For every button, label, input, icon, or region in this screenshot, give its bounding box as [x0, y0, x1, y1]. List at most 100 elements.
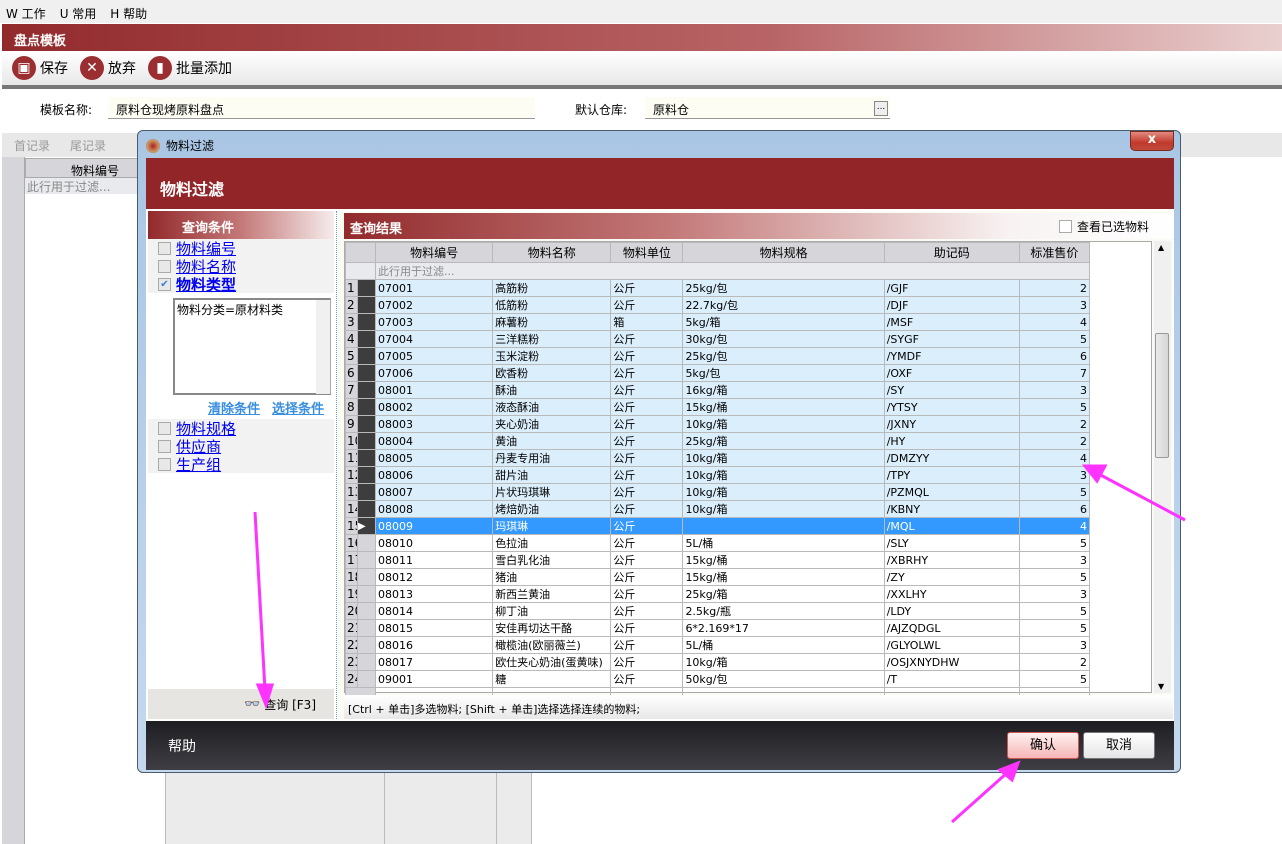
- column-header[interactable]: 物料规格: [682, 242, 885, 263]
- table-cell[interactable]: 5kg/箱: [682, 313, 885, 331]
- row-number[interactable]: 14: [344, 500, 359, 518]
- table-cell[interactable]: 25kg/包: [682, 347, 885, 365]
- table-cell[interactable]: 10kg/箱: [682, 466, 885, 484]
- table-cell[interactable]: /SLY: [883, 534, 1020, 552]
- table-cell[interactable]: 08011: [375, 551, 494, 569]
- table-cell[interactable]: 08001: [375, 381, 494, 399]
- table-cell[interactable]: 公斤: [610, 347, 684, 365]
- row-number[interactable]: 16: [344, 534, 359, 552]
- table-cell[interactable]: 公斤: [610, 483, 684, 501]
- row-number[interactable]: 3: [344, 313, 359, 331]
- table-cell[interactable]: 公斤: [610, 636, 684, 654]
- template-name-input[interactable]: 原料仓现烤原料盘点: [108, 97, 535, 119]
- checkbox-icon[interactable]: [158, 457, 171, 471]
- table-row[interactable]: 23 08017欧仕夹心奶油(蛋黄味)公斤10kg/箱/OSJXNYDHW2: [344, 653, 1091, 671]
- table-cell[interactable]: 5: [1018, 602, 1091, 620]
- table-cell[interactable]: 公斤: [610, 568, 684, 586]
- table-cell[interactable]: 公斤: [610, 381, 684, 399]
- table-cell[interactable]: /SYGF: [883, 330, 1020, 348]
- table-cell[interactable]: 公斤: [610, 551, 684, 569]
- column-header[interactable]: 物料名称: [492, 242, 612, 263]
- table-cell[interactable]: 公斤: [610, 279, 684, 297]
- table-cell[interactable]: 15kg/桶: [682, 551, 885, 569]
- warehouse-browse-button[interactable]: ...: [874, 101, 888, 116]
- column-header[interactable]: 标准售价: [1018, 242, 1091, 263]
- table-cell[interactable]: 公斤: [610, 517, 684, 535]
- column-header[interactable]: 物料单位: [610, 242, 684, 263]
- column-header[interactable]: 物料编号: [375, 242, 494, 263]
- table-cell[interactable]: 公斤: [610, 534, 684, 552]
- table-cell[interactable]: 5kg/包: [682, 364, 885, 382]
- table-cell[interactable]: 07006: [375, 364, 494, 382]
- menu-work[interactable]: W 工作: [6, 5, 46, 21]
- table-row[interactable]: 11 08005丹麦专用油公斤10kg/箱/DMZYY4: [344, 449, 1091, 467]
- table-row[interactable]: 19 08013新西兰黄油公斤25kg/箱/XXLHY3: [344, 585, 1091, 603]
- table-cell[interactable]: 高筋粉: [492, 279, 612, 297]
- table-cell[interactable]: 08010: [375, 534, 494, 552]
- table-cell[interactable]: 6: [1018, 347, 1091, 365]
- table-cell[interactable]: 30kg/包: [682, 330, 885, 348]
- table-cell[interactable]: 公斤: [610, 500, 684, 518]
- table-cell[interactable]: 10kg/箱: [682, 415, 885, 433]
- row-number[interactable]: 4: [344, 330, 359, 348]
- table-cell[interactable]: /GJF: [883, 279, 1020, 297]
- table-cell[interactable]: 6*2.169*17: [682, 619, 885, 637]
- table-cell[interactable]: 15kg/桶: [682, 568, 885, 586]
- vertical-scrollbar[interactable]: ▲ ▼: [1154, 241, 1171, 693]
- table-row[interactable]: 2 07002 低筋粉 公斤 22.7kg/包/DJF 3: [344, 296, 1091, 314]
- table-cell[interactable]: 公斤: [610, 330, 684, 348]
- table-cell[interactable]: [682, 517, 885, 535]
- row-number[interactable]: 17: [344, 551, 359, 569]
- table-cell[interactable]: 3: [1018, 296, 1091, 314]
- condition-textarea[interactable]: 物料分类=原材料类: [173, 298, 331, 395]
- table-row[interactable]: 7 08001 酥油 公斤 16kg/箱/SY 3: [344, 381, 1091, 399]
- table-cell[interactable]: 安佳再切达干酪: [492, 619, 612, 637]
- save-button[interactable]: ▣ 保存: [12, 56, 68, 80]
- last-record-button[interactable]: 尾记录: [70, 137, 106, 153]
- table-cell[interactable]: /T: [883, 670, 1020, 688]
- table-cell[interactable]: 09001: [375, 670, 494, 688]
- table-cell[interactable]: /LDY: [883, 602, 1020, 620]
- first-record-button[interactable]: 首记录: [14, 137, 50, 153]
- table-cell[interactable]: 公斤: [610, 653, 684, 671]
- row-number[interactable]: 24: [344, 670, 359, 688]
- query-button[interactable]: 👓 查询 [F3]: [148, 689, 334, 719]
- cancel-button[interactable]: 取消: [1083, 732, 1155, 759]
- criteria-link[interactable]: 生产组: [176, 454, 221, 475]
- table-cell[interactable]: /XBRHY: [883, 551, 1020, 569]
- table-cell[interactable]: /HY: [883, 432, 1020, 450]
- table-cell[interactable]: /SY: [883, 381, 1020, 399]
- table-cell[interactable]: 16kg/箱: [682, 381, 885, 399]
- table-cell[interactable]: 4: [1018, 313, 1091, 331]
- table-cell[interactable]: 公斤: [610, 585, 684, 603]
- table-cell[interactable]: 公斤: [610, 296, 684, 314]
- table-cell[interactable]: 公斤: [610, 432, 684, 450]
- table-cell[interactable]: 07005: [375, 347, 494, 365]
- table-cell[interactable]: 5: [1018, 619, 1091, 637]
- table-cell[interactable]: 08016: [375, 636, 494, 654]
- table-row[interactable]: 1 07001 高筋粉 公斤 25kg/包/GJF 2: [344, 279, 1091, 297]
- table-cell[interactable]: /OSJXNYDHW: [883, 653, 1020, 671]
- row-number[interactable]: 18: [344, 568, 359, 586]
- row-number[interactable]: 11: [344, 449, 359, 467]
- table-cell[interactable]: 2.5kg/瓶: [682, 602, 885, 620]
- table-row[interactable]: 15▶08009玛琪琳公斤/MQL4: [344, 517, 1091, 535]
- table-cell[interactable]: 08006: [375, 466, 494, 484]
- table-cell[interactable]: /OXF: [883, 364, 1020, 382]
- row-number[interactable]: 15: [344, 517, 359, 535]
- table-cell[interactable]: /DMZYY: [883, 449, 1020, 467]
- table-cell[interactable]: 25kg/箱: [682, 585, 885, 603]
- criteria-item[interactable]: 物料规格: [148, 419, 334, 438]
- criteria-link[interactable]: 物料类型: [176, 274, 236, 295]
- table-cell[interactable]: 08014: [375, 602, 494, 620]
- table-cell[interactable]: 公斤: [610, 602, 684, 620]
- table-cell[interactable]: /XXLHY: [883, 585, 1020, 603]
- table-cell[interactable]: 黄油: [492, 432, 612, 450]
- table-cell[interactable]: /KBNY: [883, 500, 1020, 518]
- table-cell[interactable]: 07004: [375, 330, 494, 348]
- table-cell[interactable]: 公斤: [610, 466, 684, 484]
- table-cell[interactable]: 25kg/箱: [682, 432, 885, 450]
- table-cell[interactable]: 低筋粉: [492, 296, 612, 314]
- table-cell[interactable]: 08013: [375, 585, 494, 603]
- checkbox-icon[interactable]: [158, 259, 171, 273]
